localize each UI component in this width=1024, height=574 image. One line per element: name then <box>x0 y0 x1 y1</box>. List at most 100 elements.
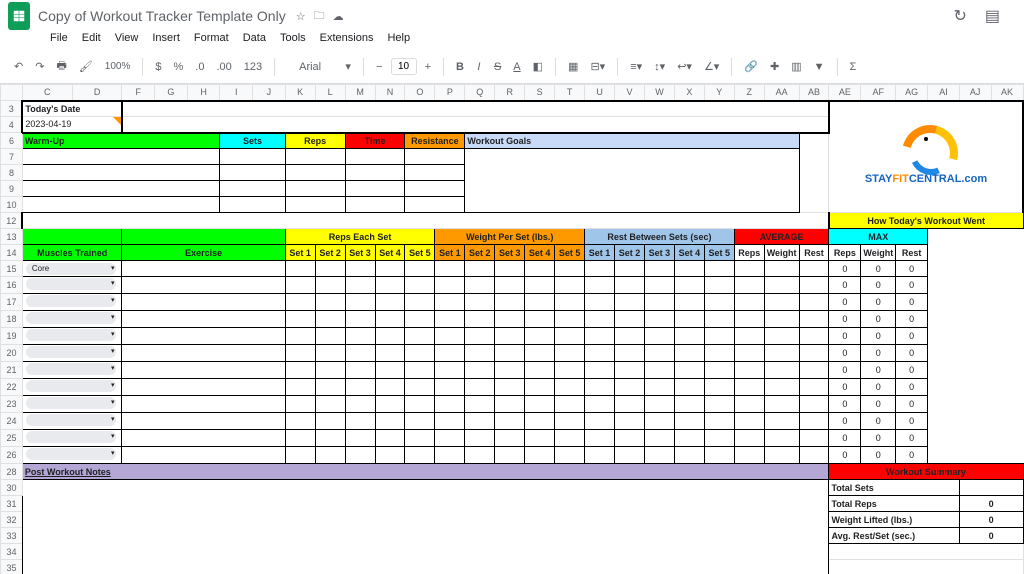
average-header[interactable]: AVERAGE <box>734 229 829 245</box>
muscles-dropdown[interactable]: Core <box>26 263 117 275</box>
col-header[interactable]: F <box>122 85 155 101</box>
fontsize-dec-button[interactable]: − <box>372 58 386 76</box>
col-header[interactable]: I <box>220 85 253 101</box>
row-header[interactable]: 28 <box>1 464 23 480</box>
col-header[interactable]: D <box>72 85 122 101</box>
row-header[interactable]: 16 <box>1 277 23 294</box>
muscles-dropdown[interactable] <box>26 414 117 426</box>
valign-button[interactable]: ↕▾ <box>650 57 669 76</box>
row-header[interactable]: 6 <box>1 133 23 149</box>
menu-format[interactable]: Format <box>188 30 235 46</box>
muscles-trained-header[interactable]: Muscles Trained <box>22 245 122 261</box>
muscles-dropdown[interactable] <box>26 346 117 358</box>
fontsize-input[interactable] <box>391 58 417 75</box>
col-header[interactable]: AE <box>829 85 861 101</box>
fontsize-inc-button[interactable]: + <box>421 58 435 76</box>
col-header[interactable]: U <box>585 85 615 101</box>
muscles-dropdown[interactable] <box>26 329 117 341</box>
col-header[interactable]: K <box>285 85 315 101</box>
col-header[interactable]: R <box>495 85 525 101</box>
menu-insert[interactable]: Insert <box>146 30 186 46</box>
row-header[interactable]: 3 <box>1 101 23 117</box>
max-header[interactable]: MAX <box>829 229 928 245</box>
spreadsheet-grid[interactable]: CDFGHIJKLMNOPQRSTUVWXYZAAABAEAFAGAIAJAK … <box>0 84 1024 574</box>
chevron-down-icon[interactable]: ▾ <box>341 57 355 76</box>
history-icon[interactable]: ↻ <box>953 6 966 26</box>
col-header[interactable]: AK <box>991 85 1023 101</box>
muscles-dropdown[interactable] <box>26 431 117 443</box>
row-header[interactable]: 34 <box>1 544 23 560</box>
col-header[interactable]: AB <box>799 85 829 101</box>
post-workout-notes-area[interactable] <box>22 480 829 574</box>
fillcolor-button[interactable]: ◧ <box>529 57 547 76</box>
row-header[interactable]: 18 <box>1 311 23 328</box>
bold-button[interactable]: B <box>452 58 468 76</box>
col-header[interactable]: N <box>375 85 405 101</box>
row-header[interactable]: 22 <box>1 379 23 396</box>
col-header[interactable]: G <box>155 85 188 101</box>
col-header[interactable]: AF <box>861 85 896 101</box>
row-header[interactable]: 20 <box>1 345 23 362</box>
row-header[interactable]: 19 <box>1 328 23 345</box>
reps-header[interactable]: Reps <box>285 133 345 149</box>
comment-icon[interactable]: ▤ <box>985 6 1000 26</box>
col-header[interactable]: W <box>644 85 674 101</box>
col-header[interactable]: H <box>187 85 220 101</box>
warmup-header[interactable]: Warm-Up <box>22 133 220 149</box>
row-header[interactable]: 9 <box>1 181 23 197</box>
row-header[interactable]: 32 <box>1 512 23 528</box>
zoom-select[interactable]: 100% <box>101 58 135 75</box>
row-header[interactable]: 14 <box>1 245 23 261</box>
strike-button[interactable]: S <box>490 58 505 76</box>
col-header[interactable]: Y <box>704 85 734 101</box>
col-header[interactable]: T <box>555 85 585 101</box>
italic-button[interactable]: I <box>472 58 486 76</box>
muscles-dropdown[interactable] <box>26 312 117 324</box>
exercise-header[interactable]: Exercise <box>122 245 285 261</box>
col-header[interactable]: L <box>315 85 345 101</box>
chart-button[interactable]: ▥ <box>787 57 805 76</box>
col-header[interactable]: J <box>253 85 286 101</box>
move-icon[interactable]: 🗀 <box>314 7 325 26</box>
menu-help[interactable]: Help <box>381 30 416 46</box>
row-header[interactable]: 4 <box>1 117 23 133</box>
workout-summary-header[interactable]: Workout Summary <box>829 464 1023 480</box>
col-header[interactable]: X <box>674 85 704 101</box>
row-header[interactable]: 12 <box>1 213 23 229</box>
wrap-button[interactable]: ↩▾ <box>673 57 696 76</box>
functions-button[interactable]: Σ <box>846 58 861 76</box>
post-workout-notes-header[interactable]: Post Workout Notes <box>22 464 829 480</box>
menu-extensions[interactable]: Extensions <box>314 30 380 46</box>
muscles-dropdown[interactable] <box>26 295 117 307</box>
link-button[interactable]: 🔗 <box>740 57 762 76</box>
rotate-button[interactable]: ∠▾ <box>700 57 723 76</box>
col-header[interactable]: AI <box>928 85 960 101</box>
print-button[interactable]: 🖶 <box>52 54 70 79</box>
borders-button[interactable]: ▦ <box>564 57 582 76</box>
menu-file[interactable]: File <box>44 30 74 46</box>
row-header[interactable]: 17 <box>1 294 23 311</box>
col-header[interactable]: C <box>22 85 72 101</box>
sheets-app-icon[interactable] <box>8 2 30 30</box>
todays-date-label[interactable]: Today's Date <box>22 101 122 117</box>
currency-button[interactable]: $ <box>151 58 165 76</box>
col-header[interactable]: AG <box>896 85 928 101</box>
merge-button[interactable]: ⊟▾ <box>586 57 609 76</box>
resistance-header[interactable]: Resistance <box>405 133 465 149</box>
row-header[interactable]: 26 <box>1 447 23 464</box>
cloud-icon[interactable]: ☁ <box>333 10 344 23</box>
row-header[interactable]: 30 <box>1 480 23 496</box>
percent-button[interactable]: % <box>170 58 188 76</box>
row-header[interactable]: 8 <box>1 165 23 181</box>
menu-edit[interactable]: Edit <box>76 30 107 46</box>
paint-format-button[interactable]: 🖌 <box>75 57 97 76</box>
col-header[interactable]: M <box>345 85 375 101</box>
col-header[interactable]: Z <box>734 85 764 101</box>
menu-view[interactable]: View <box>109 30 145 46</box>
col-header[interactable]: O <box>405 85 435 101</box>
row-header[interactable]: 24 <box>1 413 23 430</box>
row-header[interactable]: 33 <box>1 528 23 544</box>
row-header[interactable]: 35 <box>1 560 23 574</box>
row-header[interactable]: 15 <box>1 261 23 277</box>
col-header[interactable]: Q <box>465 85 495 101</box>
